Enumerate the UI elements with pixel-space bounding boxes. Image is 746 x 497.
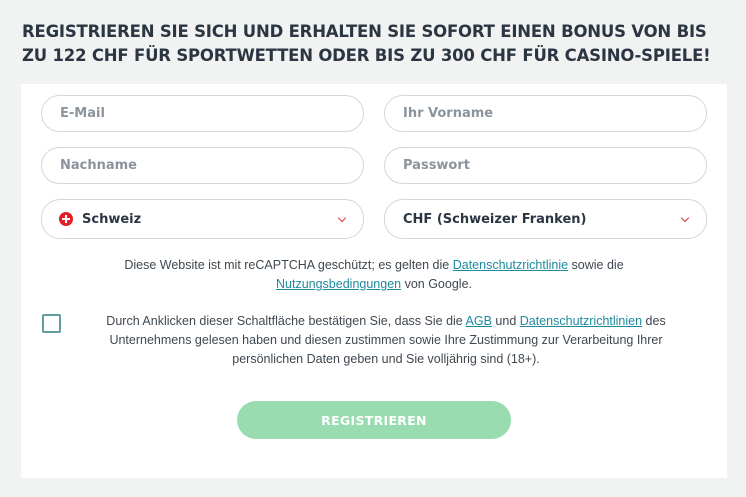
recaptcha-text-after: von Google. <box>401 277 472 291</box>
google-terms-link[interactable]: Nutzungsbedingungen <box>276 277 401 291</box>
country-select[interactable]: Schweiz <box>41 199 364 239</box>
consent-text: Durch Anklicken dieser Schaltfläche best… <box>91 312 681 369</box>
firstname-placeholder: Ihr Vorname <box>403 106 494 121</box>
chevron-down-icon <box>680 213 690 223</box>
consent-text-and: und <box>491 314 520 328</box>
google-privacy-link[interactable]: Datenschutzrichtlinie <box>453 258 568 272</box>
consent-checkbox[interactable] <box>42 314 61 333</box>
lastname-field[interactable]: Nachname <box>41 147 364 184</box>
privacy-policy-link[interactable]: Datenschutzrichtlinien <box>520 314 642 328</box>
swiss-flag-icon <box>59 212 73 226</box>
promo-headline: REGISTRIEREN SIE SICH UND ERHALTEN SIE S… <box>22 22 711 65</box>
password-placeholder: Passwort <box>403 158 470 173</box>
currency-select[interactable]: CHF (Schweizer Franken) <box>384 199 707 239</box>
consent-text-before: Durch Anklicken dieser Schaltfläche best… <box>106 314 466 328</box>
registration-form: E-Mail Ihr Vorname Nachname Passwort Sch… <box>21 84 727 478</box>
lastname-placeholder: Nachname <box>60 158 138 173</box>
chevron-down-icon <box>337 213 347 223</box>
recaptcha-text-before: Diese Website ist mit reCAPTCHA geschütz… <box>124 258 453 272</box>
agb-link[interactable]: AGB <box>466 314 492 328</box>
currency-value: CHF (Schweizer Franken) <box>403 211 587 227</box>
firstname-field[interactable]: Ihr Vorname <box>384 95 707 132</box>
password-field[interactable]: Passwort <box>384 147 707 184</box>
country-value: Schweiz <box>82 211 142 227</box>
recaptcha-text-middle: sowie die <box>568 258 624 272</box>
register-button[interactable]: REGISTRIEREN <box>237 401 511 439</box>
recaptcha-notice: Diese Website ist mit reCAPTCHA geschütz… <box>21 256 727 294</box>
email-placeholder: E-Mail <box>60 106 105 121</box>
email-field[interactable]: E-Mail <box>41 95 364 132</box>
